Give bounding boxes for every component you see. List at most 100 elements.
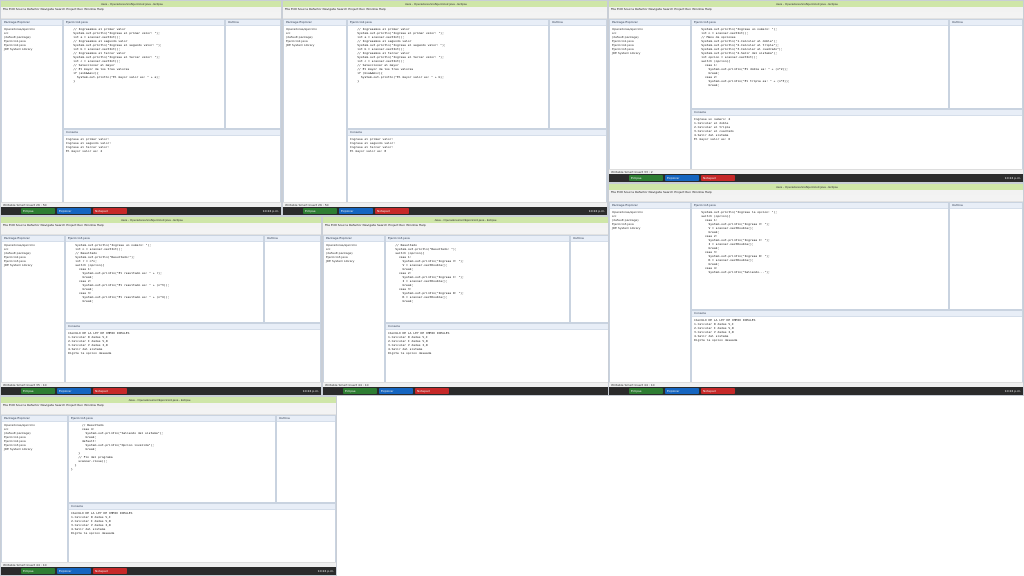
code-line: break; <box>68 299 94 303</box>
package-explorer: Package Explorer Operadores/ejercicio src(… <box>283 19 347 203</box>
taskbar: EclipseExplorerNotepad 10:24 p.m. <box>609 387 1023 395</box>
code-line: System.out.println("Saliendo..."); <box>694 270 770 274</box>
console-pane: Console CALCULO DE LA LEY DE OHMIO IDEALE… <box>691 310 1023 383</box>
eclipse-window-6: Java - Operadores/src/Ejercicio3.java - … <box>608 183 1024 396</box>
package-explorer-item[interactable]: JRE System Library <box>286 43 344 47</box>
eclipse-window-3: Java - Operadores/src/Ejercicio3.java - … <box>608 0 1024 183</box>
taskbar-item[interactable]: Explorer <box>57 388 91 394</box>
console-line: El mayor valor es: 6 <box>694 137 731 141</box>
toolbar <box>609 12 1023 27</box>
editor-code[interactable]: System.out.println("Ingrese la opcion: "… <box>692 209 948 275</box>
eclipse-window-2: Java - Operadores/src/Ejercicio2.java - … <box>282 0 608 216</box>
package-explorer-item[interactable]: JRE System Library <box>326 259 382 263</box>
code-line: } <box>350 79 360 83</box>
code-line: break; <box>694 83 720 87</box>
taskbar: EclipseExplorerNotepad10:24 p.m. <box>323 387 626 395</box>
taskbar-clock: 10:24 p.m. <box>1004 389 1021 393</box>
taskbar-clock: 10:24 p.m. <box>317 569 334 573</box>
taskbar-item[interactable]: Eclipse <box>303 208 337 214</box>
package-explorer-item[interactable]: JRE System Library <box>4 263 62 267</box>
taskbar-clock: 10:24 p.m. <box>262 209 279 213</box>
taskbar-item[interactable]: Eclipse <box>21 568 55 574</box>
package-explorer-list: Operadores/ejercicio src (default package)… <box>324 242 384 264</box>
console-line: Digite la opcion deseada <box>694 338 738 342</box>
package-explorer-item[interactable]: JRE System Library <box>612 51 688 55</box>
console-output[interactable]: CALCULO DE LA LEY DE OHMIO IDEALES 1.Calc… <box>386 330 625 356</box>
outline-placeholder <box>550 26 606 28</box>
outline-pane: Outline <box>276 415 336 503</box>
package-explorer-item[interactable]: JRE System Library <box>4 447 65 451</box>
editor-code[interactable]: // Ingresamos el primer valor System.out… <box>64 26 224 84</box>
taskbar-item[interactable]: Explorer <box>57 208 91 214</box>
taskbar-item[interactable]: Explorer <box>665 388 699 394</box>
console-output[interactable]: CALCULO DE LA LEY DE OHMIO IDEALES 1.Calc… <box>692 317 1022 343</box>
console-line: El mayor valor es: 8 <box>350 149 387 153</box>
package-explorer-item[interactable]: JRE System Library <box>612 226 688 230</box>
package-explorer-list: Operadores/ejercicio src (default package)… <box>2 26 62 52</box>
package-explorer-item[interactable]: JRE System Library <box>4 47 60 51</box>
taskbar-item[interactable]: Notepad <box>375 208 409 214</box>
taskbar-item[interactable]: Eclipse <box>629 175 663 181</box>
editor-pane: Ejercicio2.java // Ingresamos el primer … <box>63 19 225 129</box>
console-pane: Console Ingrese un numero: 4 1.Calcular el… <box>691 109 1023 170</box>
editor-code[interactable]: System.out.println("Ingrese un numero: "… <box>66 242 263 304</box>
taskbar-item[interactable]: Eclipse <box>21 208 55 214</box>
console-line: Digite la opcion deseada <box>68 351 112 355</box>
toolbar <box>1 408 336 423</box>
editor-pane: Ejercicio3.java System.out.println("Ingr… <box>65 235 264 323</box>
package-explorer-list: Operadores/ejercicio src (default package)… <box>2 242 64 268</box>
toolbar <box>283 12 607 27</box>
taskbar: EclipseExplorerNotepad 10:24 p.m. <box>1 567 336 575</box>
taskbar-item[interactable]: Explorer <box>665 175 699 181</box>
outline-pane: Outline <box>949 19 1023 109</box>
console-output[interactable]: Ingrese un numero: 4 1.Calcular el doble 2… <box>692 116 1022 142</box>
editor-pane: Ejercicio3.java System.out.println("Ingr… <box>691 19 949 109</box>
console-line: El mayor valor es: 4 <box>66 149 103 153</box>
eclipse-window-1: Java - Operadores/src/Ejercicio2.java - … <box>0 0 282 216</box>
taskbar-item[interactable]: Notepad <box>701 175 735 181</box>
package-explorer: Package Explorer Operadores/ejercicio src(… <box>609 202 691 383</box>
taskbar-item[interactable]: Eclipse <box>629 388 663 394</box>
outline-placeholder <box>277 422 335 424</box>
taskbar-item[interactable]: Notepad <box>93 388 127 394</box>
package-explorer: Package Explorer Operadores/ejercicio src(… <box>609 19 691 170</box>
console-pane: Console CALCULO DE LA LEY DE OHMIO IDEALE… <box>385 323 626 383</box>
taskbar-item[interactable]: Explorer <box>339 208 373 214</box>
editor-code[interactable]: System.out.println("Ingrese un numero: "… <box>692 26 948 88</box>
eclipse-window-4: Java - Operadores/src/Ejercicio3.java - … <box>0 216 322 396</box>
taskbar-item[interactable]: Notepad <box>93 568 127 574</box>
package-explorer: Package Explorer Operadores/ejercicio src(… <box>1 19 63 203</box>
taskbar: EclipseExplorerNotepad 10:24 p.m. <box>1 207 281 215</box>
editor-pane: Ejercicio3.java // Resultado case 4: Sys… <box>68 415 276 503</box>
taskbar-item[interactable]: Notepad <box>701 388 735 394</box>
toolbar <box>323 228 626 243</box>
console-output[interactable]: CALCULO DE LA LEY DE OHMIO IDEALES 1.Calc… <box>69 510 335 536</box>
window-controls <box>305 218 319 233</box>
editor-code[interactable]: // Ingresamos el primer valor System.out… <box>348 26 548 84</box>
taskbar-item[interactable]: Explorer <box>379 388 413 394</box>
console-line: Digite la opcion deseada <box>388 351 432 355</box>
outline-placeholder <box>226 26 280 28</box>
editor-code[interactable]: // Resultado case 4: System.out.println(… <box>69 422 275 472</box>
taskbar-item[interactable]: Notepad <box>93 208 127 214</box>
package-explorer: Package Explorer Operadores/ejercicio src(… <box>1 415 68 563</box>
toolbar <box>1 228 321 243</box>
outline-pane: Outline <box>949 202 1023 310</box>
console-output[interactable]: Ingrese el primer valor: Ingrese el segun… <box>64 136 280 154</box>
taskbar-item[interactable]: Notepad <box>415 388 449 394</box>
console-output[interactable]: CALCULO DE LA LEY DE OHMIO IDEALES 1.Calc… <box>66 330 320 356</box>
outline-pane: Outline <box>264 235 321 323</box>
console-output[interactable]: Ingrese el primer valor: Ingrese el segun… <box>348 136 606 154</box>
console-pane: Console Ingrese el primer valor: Ingrese e… <box>63 129 281 203</box>
console-pane: Console CALCULO DE LA LEY DE OHMIO IDEALE… <box>68 503 336 563</box>
taskbar-item[interactable]: Explorer <box>57 568 91 574</box>
editor-pane: Ejercicio3.java System.out.println("Ingr… <box>691 202 949 310</box>
taskbar-item[interactable]: Eclipse <box>21 388 55 394</box>
code-line: break; <box>388 299 414 303</box>
taskbar: EclipseExplorerNotepad10:24 p.m. <box>1 387 321 395</box>
taskbar-item[interactable]: Eclipse <box>343 388 377 394</box>
window-controls <box>1007 2 1021 17</box>
package-explorer-list: Operadores/ejercicio src (default package)… <box>284 26 346 48</box>
code-line: } <box>66 79 76 83</box>
editor-code[interactable]: // Resultado System.out.println("Resulta… <box>386 242 569 304</box>
